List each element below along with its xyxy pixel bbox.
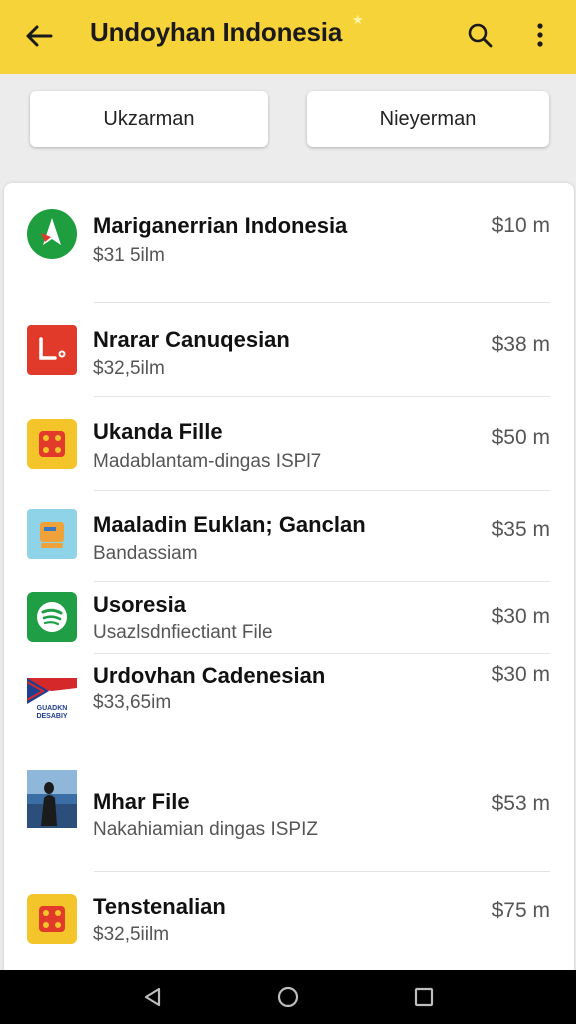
- list-item[interactable]: Nrarar Canuqesian $32,5ilm $38 m: [4, 303, 574, 397]
- green-navigation-icon: [27, 209, 77, 259]
- item-name: Maaladin Euklan; Ganclan: [93, 512, 366, 537]
- item-subtitle: $32,5iilm: [93, 924, 170, 945]
- yellow-dice-icon: [27, 894, 77, 944]
- item-price: $75 m: [491, 899, 550, 922]
- photo-thumbnail-icon: [27, 770, 77, 828]
- spotify-icon: [27, 592, 77, 642]
- item-subtitle: Nakahiamian dingas ISPIZ: [93, 819, 318, 840]
- item-price: $50 m: [491, 426, 550, 449]
- list-item[interactable]: Mhar File Nakahiamian dingas ISPIZ $53 m: [4, 754, 574, 872]
- tab-row: Ukzarman Nieyerman: [0, 74, 576, 174]
- more-vert-icon[interactable]: [524, 17, 556, 53]
- item-subtitle: Bandassiam: [93, 543, 198, 564]
- flag-icon: GUADKN DESABIY: [27, 674, 77, 724]
- item-name: Ukanda Fille: [93, 419, 223, 444]
- item-name: Mhar File: [93, 789, 190, 814]
- light-blue-folder-icon: [27, 509, 77, 559]
- item-name: Mariganerrian Indonesia: [93, 213, 348, 238]
- list-item[interactable]: Ukanda Fille Madablantam-dingas ISPl7 $5…: [4, 397, 574, 491]
- list-item[interactable]: Mariganerrian Indonesia $31 5ilm $10 m: [4, 183, 574, 303]
- item-price: $30 m: [491, 605, 550, 628]
- item-subtitle: $32,5ilm: [93, 358, 165, 379]
- list-item[interactable]: Usoresia Usazlsdnfiectiant File $30 m: [4, 582, 574, 654]
- item-price: $53 m: [491, 792, 550, 815]
- list-item[interactable]: Maaladin Euklan; Ganclan Bandassiam $35 …: [4, 491, 574, 582]
- system-nav-bar: [0, 970, 576, 1024]
- item-name: Tenstenalian: [93, 894, 226, 919]
- search-icon[interactable]: [462, 17, 498, 53]
- item-price: $30 m: [491, 663, 550, 686]
- item-subtitle: Madablantam-dingas ISPl7: [93, 451, 322, 472]
- page-title: Undoyhan Indonesia: [90, 17, 343, 47]
- nav-home-icon[interactable]: [274, 983, 302, 1011]
- tab-nieyerman[interactable]: Nieyerman: [307, 91, 549, 147]
- item-price: $38 m: [491, 333, 550, 356]
- list-card: Mariganerrian Indonesia $31 5ilm $10 m N…: [4, 183, 574, 973]
- nav-back-icon[interactable]: [138, 983, 166, 1011]
- sparkle-icon: ★: [352, 12, 364, 27]
- item-subtitle: Usazlsdnfiectiant File: [93, 622, 273, 643]
- arrow-left-icon[interactable]: [22, 19, 56, 53]
- item-price: $10 m: [491, 214, 550, 237]
- nav-recents-icon[interactable]: [410, 983, 438, 1011]
- flag-caption: GUADKN DESABIY: [36, 704, 68, 720]
- item-subtitle: $31 5ilm: [93, 245, 165, 266]
- item-name: Nrarar Canuqesian: [93, 327, 290, 352]
- item-name: Usoresia: [93, 592, 186, 617]
- list-item[interactable]: Tenstenalian $32,5iilm $75 m: [4, 872, 574, 972]
- item-name: Urdovhan Cadenesian: [93, 663, 326, 688]
- yellow-dice-icon: [27, 419, 77, 469]
- app-bar: Undoyhan Indonesia ★: [0, 0, 576, 74]
- red-app-icon: [27, 325, 77, 375]
- list-item[interactable]: GUADKN DESABIY Urdovhan Cadenesian $33,6…: [4, 654, 574, 754]
- item-price: $35 m: [491, 518, 550, 541]
- item-subtitle: $33,65im: [93, 692, 172, 713]
- tab-ukzarman[interactable]: Ukzarman: [30, 91, 268, 147]
